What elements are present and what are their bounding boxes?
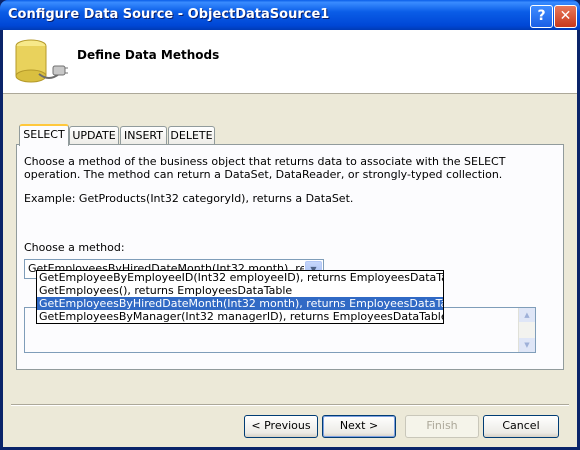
tab-select[interactable]: SELECT [19,124,69,146]
wizard-header: Define Data Methods [3,30,577,94]
previous-button[interactable]: < Previous [244,415,318,438]
tab-insert[interactable]: INSERT [120,126,167,145]
select-example: Example: GetProducts(Int32 categoryId), … [24,192,354,205]
signature-scrollbar[interactable]: ▲ ▼ [518,308,535,352]
close-button[interactable]: ✕ [554,5,577,28]
scroll-up-icon[interactable]: ▲ [519,308,535,322]
method-option[interactable]: GetEmployees(), returns EmployeesDataTab… [37,284,443,297]
next-button[interactable]: Next > [322,415,396,438]
select-description: Choose a method of the business object t… [24,155,506,181]
help-button[interactable]: ? [530,5,553,28]
method-option-selected[interactable]: GetEmployeesByHiredDateMonth(Int32 month… [37,297,443,310]
cancel-button-label: Cancel [502,419,540,432]
window-title: Configure Data Source - ObjectDataSource… [8,7,330,22]
next-button-label: Next > [339,419,379,432]
title-bar[interactable]: Configure Data Source - ObjectDataSource… [0,0,580,30]
finish-button-label: Finish [426,419,458,432]
select-tab-panel: Choose a method of the business object t… [16,144,564,370]
method-option[interactable]: GetEmployeesByManager(Int32 managerID), … [37,310,443,323]
page-title: Define Data Methods [77,48,220,62]
method-option[interactable]: GetEmployeeByEmployeeID(Int32 employeeID… [37,271,443,284]
finish-button[interactable]: Finish [405,415,479,438]
cancel-button[interactable]: Cancel [483,415,559,438]
dialog-body: Define Data Methods SELECT UPDATE INSERT… [3,30,577,447]
previous-button-label: < Previous [251,419,311,432]
tab-control: SELECT UPDATE INSERT DELETE Choose a met… [16,124,564,371]
tab-delete[interactable]: DELETE [168,126,215,145]
footer-divider [11,404,569,406]
dialog-window: Configure Data Source - ObjectDataSource… [0,0,580,450]
scroll-down-icon[interactable]: ▼ [519,338,535,352]
tab-update[interactable]: UPDATE [69,126,119,145]
method-dropdown-list[interactable]: GetEmployeeByEmployeeID(Int32 employeeID… [36,270,444,324]
database-plug-icon [15,39,68,83]
choose-method-label: Choose a method: [24,241,125,254]
